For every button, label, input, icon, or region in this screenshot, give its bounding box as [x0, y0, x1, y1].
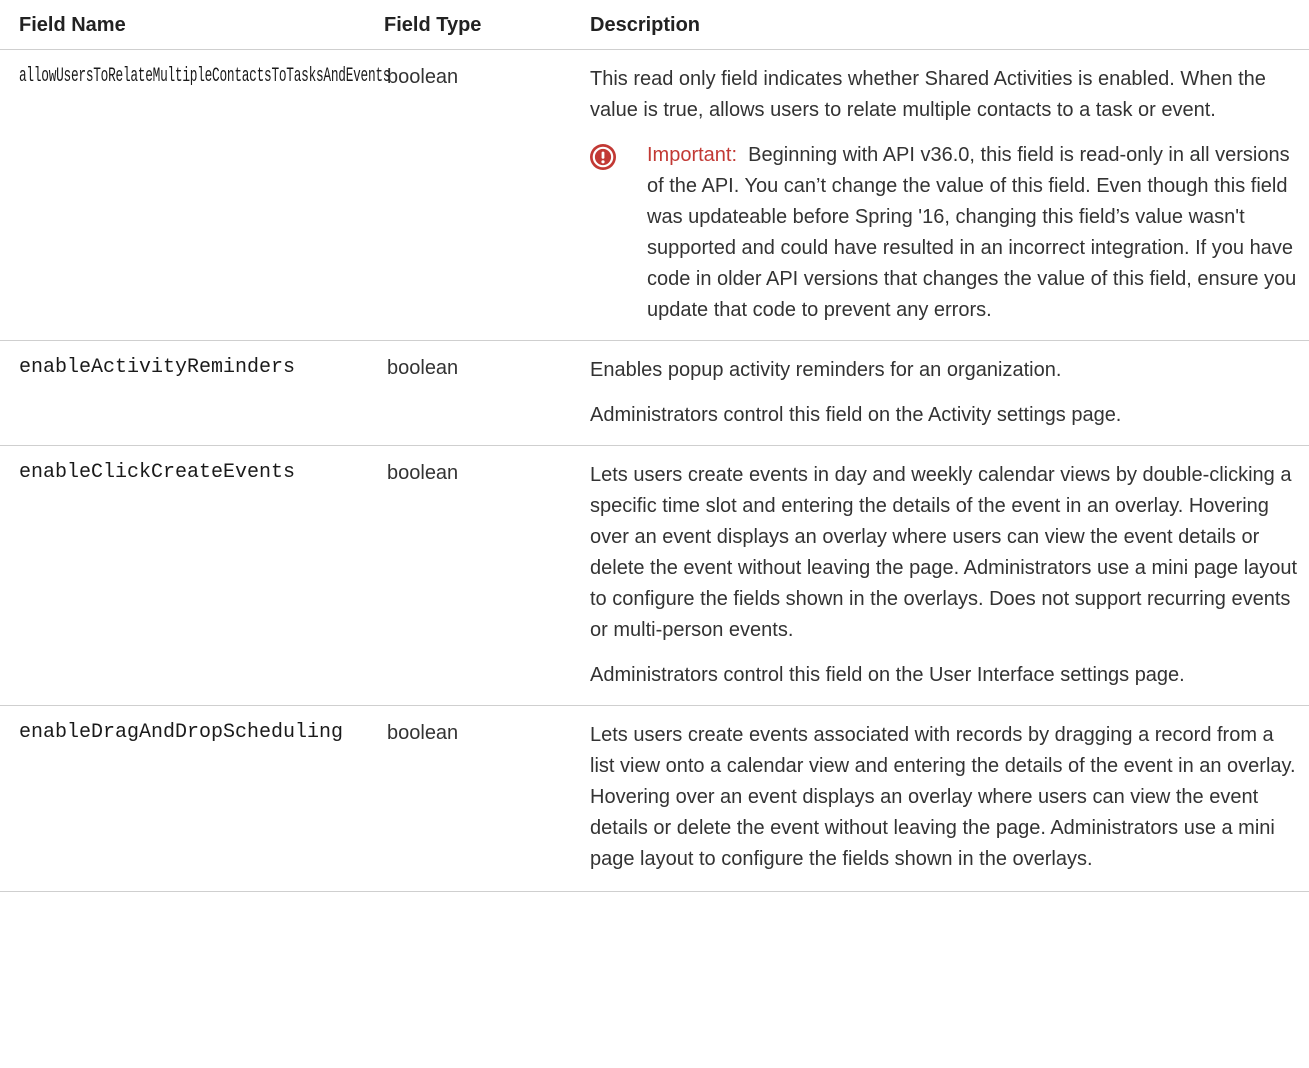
field-type: boolean [384, 445, 590, 706]
description-cell: Enables popup activity reminders for an … [590, 340, 1309, 446]
description-paragraph: Administrators control this field on the… [590, 664, 1185, 686]
exclamation-circle-icon [590, 144, 616, 170]
table-body: allowUsersToRelateMultipleContactsToTask… [0, 49, 1309, 892]
field-type: boolean [384, 705, 590, 892]
header-description: Description [590, 0, 1309, 50]
description-paragraph: Administrators control this field on the… [590, 404, 1122, 426]
description-cell: Lets users create events associated with… [590, 705, 1309, 892]
field-type: boolean [384, 340, 590, 446]
field-name: enableDragAndDropScheduling [0, 705, 384, 892]
important-label: Important: [647, 144, 738, 166]
description-paragraph: This read only field indicates whether S… [590, 68, 1266, 121]
description-paragraph: Lets users create events in day and week… [590, 464, 1298, 641]
description-cell: This read only field indicates whether S… [590, 49, 1309, 341]
field-reference-table: Field Name Field Type Description allowU… [0, 0, 1309, 892]
table-row: enableDragAndDropScheduling boolean Lets… [0, 705, 1309, 892]
important-text: Beginning with API v36.0, this field is … [647, 144, 1297, 321]
table-row: allowUsersToRelateMultipleContactsToTask… [0, 49, 1309, 341]
field-name: enableActivityReminders [0, 340, 384, 446]
field-type: boolean [384, 49, 590, 341]
table-header: Field Name Field Type Description [0, 0, 1309, 50]
field-name-cell: allowUsersToRelateMultipleContactsToTask… [0, 49, 391, 341]
header-row: Field Name Field Type Description [0, 0, 1309, 50]
description-paragraph: Lets users create events associated with… [590, 724, 1296, 870]
table-row: enableActivityReminders boolean Enables … [0, 340, 1309, 446]
important-note: Important: Beginning with API v36.0, thi… [590, 140, 1303, 326]
field-name: enableClickCreateEvents [0, 445, 384, 706]
description-cell: Lets users create events in day and week… [590, 445, 1309, 706]
description-paragraph: Enables popup activity reminders for an … [590, 359, 1062, 381]
table-row: enableClickCreateEvents boolean Lets use… [0, 445, 1309, 706]
header-field-type: Field Type [384, 0, 590, 50]
header-field-name: Field Name [0, 0, 384, 50]
field-name: allowUsersToRelateMultipleContactsToTask… [19, 65, 391, 88]
